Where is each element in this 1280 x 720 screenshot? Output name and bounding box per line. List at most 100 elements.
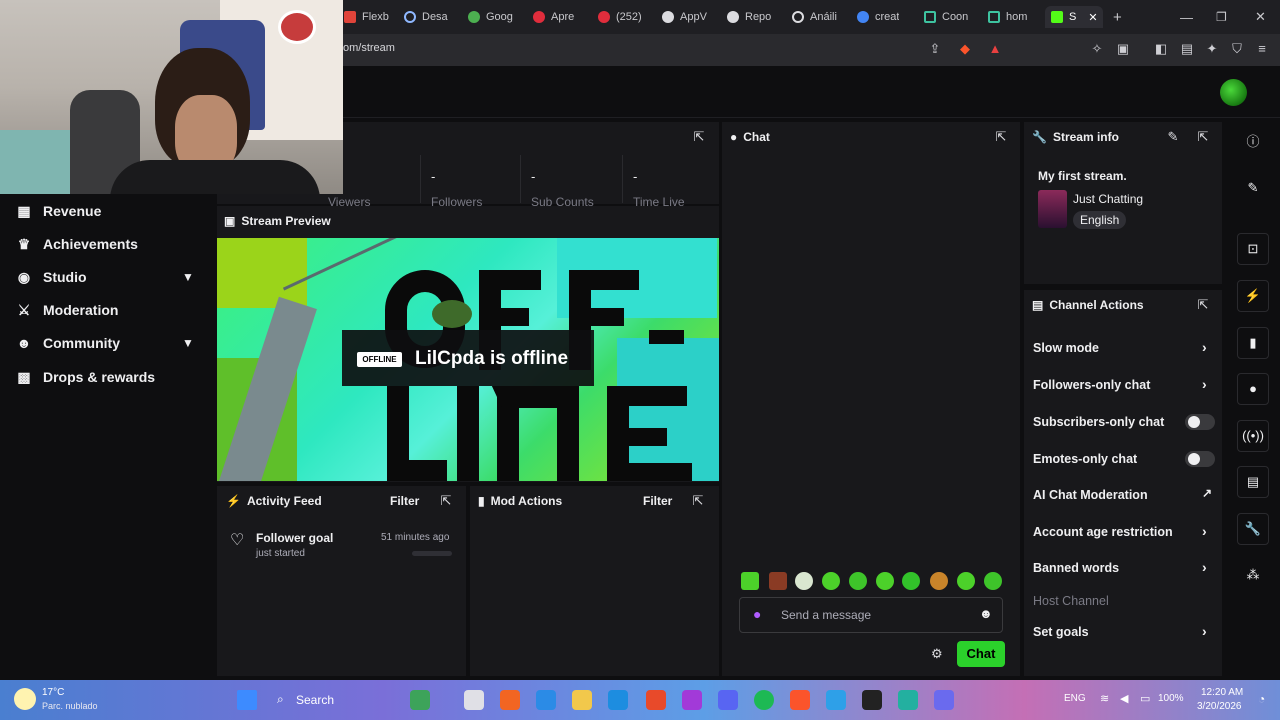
taskbar-search[interactable]: Search <box>296 693 334 707</box>
browser-tab[interactable]: creat <box>857 6 899 28</box>
emoji-picker-icon[interactable]: ☻ <box>979 606 993 621</box>
discord-icon[interactable] <box>718 690 738 710</box>
windows-start-icon[interactable] <box>237 690 257 710</box>
sidebar-toggle-icon[interactable]: ◧ <box>1154 42 1168 56</box>
emote-icon[interactable] <box>984 572 1002 590</box>
emote-icon[interactable] <box>957 572 975 590</box>
category-thumbnail[interactable] <box>1038 190 1067 228</box>
emote-icon[interactable] <box>876 572 894 590</box>
browser-tab[interactable]: (252) <box>598 6 642 28</box>
input-language[interactable]: ENG <box>1064 693 1086 704</box>
popout-icon[interactable]: ⇱ <box>691 494 705 508</box>
taskbar-app-icon[interactable] <box>500 690 520 710</box>
leo-icon[interactable]: ✦ <box>1205 42 1219 56</box>
search-icon[interactable]: ⌕ <box>277 692 284 707</box>
weather-icon[interactable] <box>14 688 36 710</box>
clock-date[interactable]: 3/20/2026 <box>1197 701 1242 712</box>
menu-icon[interactable]: ≡ <box>1255 42 1269 56</box>
close-tab-icon[interactable]: ✕ <box>1088 11 1097 24</box>
sidebar-item-community[interactable]: ☻ Community ▼ <box>0 329 214 357</box>
emote-icon[interactable] <box>741 572 759 590</box>
wrench-icon[interactable]: 🔧 <box>1237 513 1269 545</box>
set-goals-row[interactable]: Set goals <box>1033 625 1089 639</box>
taskbar-app-icon[interactable] <box>536 690 556 710</box>
slow-mode-row[interactable]: Slow mode <box>1033 341 1099 355</box>
popout-icon[interactable]: ⇱ <box>994 130 1008 144</box>
popout-icon[interactable]: ⇱ <box>692 130 706 144</box>
browser-tab[interactable]: Repo <box>727 6 771 28</box>
followers-only-row[interactable]: Followers-only chat <box>1033 378 1150 392</box>
taskbar-app-icon[interactable] <box>862 690 882 710</box>
chat-bubble-icon[interactable]: ● <box>1237 373 1269 405</box>
layout-icon[interactable]: ▤ <box>1237 466 1269 498</box>
taskbar-app-icon[interactable] <box>608 690 628 710</box>
browser-tab[interactable]: AppV <box>662 6 707 28</box>
settings-gear-icon[interactable]: ⚙ <box>931 646 943 662</box>
sidebar-item-drops-rewards[interactable]: ▩ Drops & rewards <box>0 363 214 391</box>
emote-icon[interactable] <box>822 572 840 590</box>
emote-icon[interactable] <box>849 572 867 590</box>
emote-icon[interactable] <box>902 572 920 590</box>
clock-time[interactable]: 12:20 AM <box>1201 687 1243 698</box>
emotes-only-toggle[interactable] <box>1185 451 1215 467</box>
browser-tab[interactable]: Apre <box>533 6 574 28</box>
broadcast-icon[interactable]: ((•)) <box>1237 420 1269 452</box>
minimize-icon[interactable]: — <box>1180 6 1193 28</box>
sidebar-item-studio[interactable]: ◉ Studio ▼ <box>0 263 214 291</box>
browser-tab[interactable]: Flexb <box>344 6 389 28</box>
screenshot-icon[interactable]: ⊡ <box>1237 233 1269 265</box>
taskbar-app-icon[interactable] <box>682 690 702 710</box>
wallet-icon[interactable]: ▤ <box>1180 42 1194 56</box>
brave-shield-icon[interactable]: ◆ <box>958 42 972 56</box>
url-field[interactable]: om/stream <box>343 42 395 54</box>
brave-rewards-icon[interactable]: ▲ <box>988 42 1002 56</box>
browser-tab[interactable]: Coon <box>924 6 968 28</box>
subscribers-only-toggle[interactable] <box>1185 414 1215 430</box>
document-icon[interactable]: ▮ <box>1237 327 1269 359</box>
account-age-row[interactable]: Account age restriction <box>1033 525 1173 539</box>
edit-pencil-icon[interactable]: ✎ <box>1237 173 1269 205</box>
brave-icon[interactable] <box>790 690 810 710</box>
maximize-icon[interactable]: ❐ <box>1216 6 1227 28</box>
edit-pencil-icon[interactable]: ✎ <box>1166 130 1180 144</box>
microphone-icon[interactable]: ● <box>753 606 761 622</box>
sidebar-item-revenue[interactable]: ▦ Revenue <box>0 197 214 225</box>
external-link-icon[interactable]: ↗ <box>1202 486 1212 500</box>
info-icon[interactable]: ⓘ <box>1237 127 1269 159</box>
vpn-icon[interactable]: ⛉ <box>1230 42 1244 56</box>
browser-tab[interactable]: Desa <box>404 6 448 28</box>
volume-icon[interactable]: ◀ <box>1120 692 1128 705</box>
share-nodes-icon[interactable]: ⁂ <box>1237 560 1269 592</box>
chevron-right-icon[interactable]: › <box>1202 623 1207 639</box>
banned-words-row[interactable]: Banned words <box>1033 561 1119 575</box>
taskbar-app-icon[interactable] <box>464 690 484 710</box>
close-window-icon[interactable]: ✕ <box>1255 6 1266 28</box>
chevron-right-icon[interactable]: › <box>1202 523 1207 539</box>
popout-icon[interactable]: ⇱ <box>1196 298 1210 312</box>
extensions-icon[interactable]: ✧ <box>1090 42 1104 56</box>
share-icon[interactable]: ⇪ <box>928 42 942 56</box>
popout-icon[interactable]: ⇱ <box>439 494 453 508</box>
taskbar-app-icon[interactable] <box>934 690 954 710</box>
file-explorer-icon[interactable] <box>572 690 592 710</box>
lightning-icon[interactable]: ⚡ <box>1237 280 1269 312</box>
browser-tab[interactable]: hom <box>988 6 1027 28</box>
emote-icon[interactable] <box>795 572 813 590</box>
reader-icon[interactable]: ▣ <box>1116 42 1130 56</box>
taskbar-app-icon[interactable] <box>646 690 666 710</box>
stream-category[interactable]: Just Chatting <box>1073 192 1143 206</box>
spotify-icon[interactable] <box>754 690 774 710</box>
battery-icon[interactable]: ▭ <box>1140 692 1150 705</box>
chevron-right-icon[interactable]: › <box>1202 339 1207 355</box>
taskbar-app-icon[interactable] <box>826 690 846 710</box>
browser-tab[interactable]: Anáili <box>792 6 837 28</box>
send-chat-button[interactable]: Chat <box>957 641 1005 667</box>
popout-icon[interactable]: ⇱ <box>1196 130 1210 144</box>
wifi-icon[interactable]: ≋ <box>1100 692 1109 705</box>
browser-tab[interactable]: Goog <box>468 6 513 28</box>
chevron-right-icon[interactable]: › <box>1202 559 1207 575</box>
emote-icon[interactable] <box>769 572 787 590</box>
notifications-icon[interactable]: ◔ <box>1258 692 1265 706</box>
chevron-right-icon[interactable]: › <box>1202 376 1207 392</box>
sidebar-item-moderation[interactable]: ⚔ Moderation <box>0 296 214 324</box>
